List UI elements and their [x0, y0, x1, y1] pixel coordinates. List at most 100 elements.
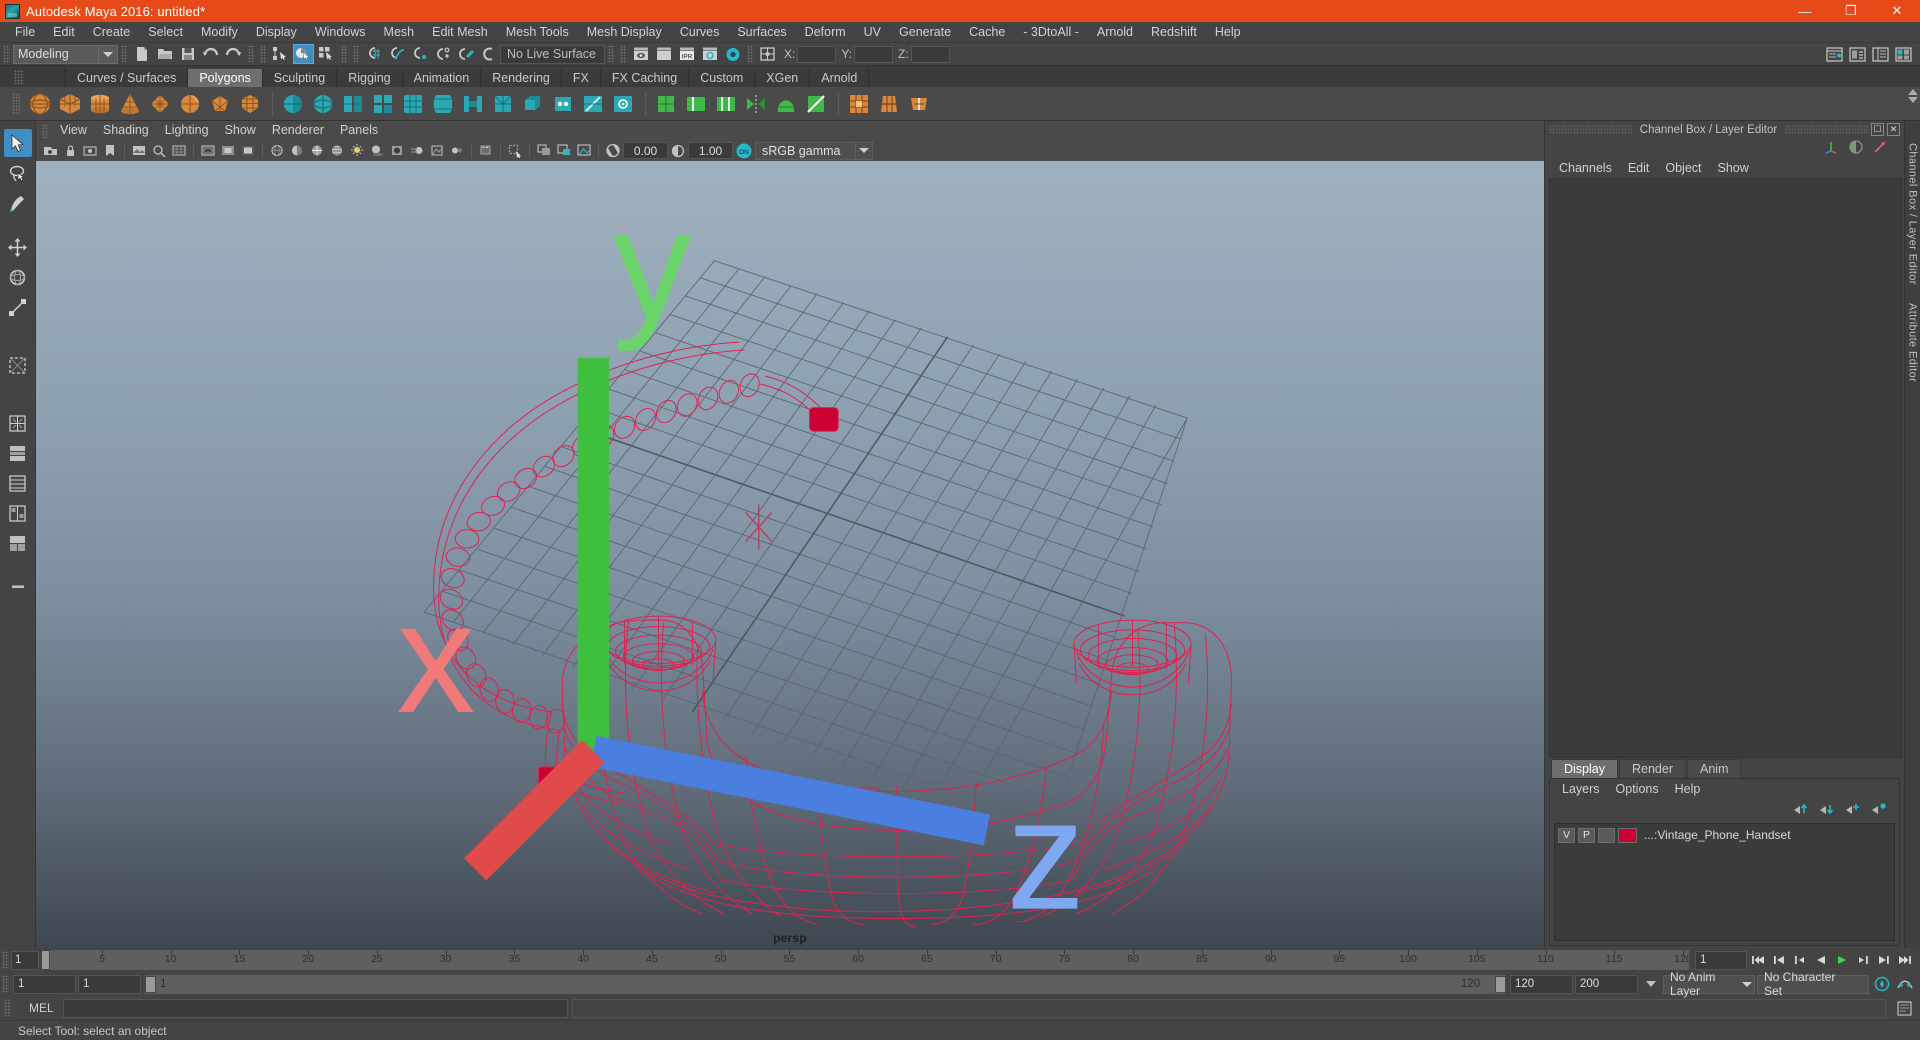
select-camera-icon[interactable]	[41, 142, 59, 160]
insert-edge-loop-icon[interactable]	[682, 90, 710, 118]
rotate-tool[interactable]	[4, 263, 32, 291]
cut-faces-icon[interactable]	[875, 90, 903, 118]
bevel-icon[interactable]	[429, 90, 457, 118]
single-perspective-layout[interactable]	[4, 409, 32, 437]
select-by-component-type-icon[interactable]	[316, 44, 337, 64]
gate-mask-icon[interactable]	[239, 142, 257, 160]
coord-y-field[interactable]	[854, 45, 894, 63]
target-weld-icon[interactable]	[609, 90, 637, 118]
shelf-tab-polygons[interactable]: Polygons	[188, 68, 263, 87]
shelf-grip[interactable]	[14, 70, 24, 84]
layer-menu-layers[interactable]: Layers	[1554, 779, 1608, 799]
toolbar-grip-4[interactable]	[341, 45, 347, 63]
select-by-object-type-icon[interactable]	[293, 44, 314, 64]
poly-disc-icon[interactable]	[206, 90, 234, 118]
shading-toggle-icon[interactable]	[1848, 139, 1864, 158]
toolbar-grip-5[interactable]	[353, 45, 359, 63]
append-polygon-icon[interactable]	[489, 90, 517, 118]
make-live-icon[interactable]	[478, 44, 499, 64]
isolate-select-icon[interactable]	[477, 142, 495, 160]
redo-render-icon[interactable]	[653, 44, 674, 64]
layer-menu-options[interactable]: Options	[1608, 779, 1667, 799]
outliner-persp-layout[interactable]	[4, 469, 32, 497]
menu-display[interactable]: Display	[247, 22, 306, 43]
perspective-viewport[interactable]: y z x persp	[36, 161, 1544, 948]
gamma-icon[interactable]	[669, 142, 687, 160]
color-management-toggle-icon[interactable]: ON	[734, 142, 754, 160]
time-slider-bar[interactable]: 5 10 15 20 25 30 35 40 45 50 55 60 65 70 75 80 85 90 95 100…	[41, 950, 1689, 970]
viewport-menu-grip[interactable]	[42, 123, 48, 138]
snap-to-view-plane-icon[interactable]	[455, 44, 476, 64]
open-scene-icon[interactable]	[154, 44, 175, 64]
shaded-wireframe-icon[interactable]	[308, 142, 326, 160]
channel-menu-show[interactable]: Show	[1710, 158, 1757, 178]
multisample-icon[interactable]	[428, 142, 446, 160]
move-layer-down-icon[interactable]	[1819, 802, 1835, 818]
playback-end-field[interactable]: 120	[1510, 974, 1573, 994]
sculpt-tool-icon[interactable]	[772, 90, 800, 118]
color-management-selector[interactable]: sRGB gamma	[755, 141, 873, 160]
undock-icon[interactable]: ☐	[1871, 123, 1885, 136]
layer-tab-render[interactable]: Render	[1619, 759, 1686, 778]
poly-sphere-icon[interactable]	[26, 90, 54, 118]
close-icon[interactable]: ✕	[1887, 123, 1901, 136]
wireframe-icon[interactable]	[268, 142, 286, 160]
layer-row[interactable]: V P ...:Vintage_Phone_Handset	[1558, 827, 1891, 843]
depth-of-field-icon[interactable]	[448, 142, 466, 160]
range-options-icon[interactable]	[1641, 975, 1660, 994]
lock-camera-icon[interactable]	[61, 142, 79, 160]
quad-draw-icon[interactable]	[652, 90, 680, 118]
viewport-menu-lighting[interactable]: Lighting	[157, 121, 217, 140]
input-line-mode-icon[interactable]	[757, 44, 778, 64]
film-gate-icon[interactable]	[199, 142, 217, 160]
combine-icon[interactable]	[279, 90, 307, 118]
viewport-menu-show[interactable]: Show	[217, 121, 264, 140]
menu-redshift[interactable]: Redshift	[1142, 22, 1206, 43]
viewport-menu-shading[interactable]: Shading	[95, 121, 157, 140]
layer-list[interactable]: V P ...:Vintage_Phone_Handset	[1554, 823, 1895, 941]
shelf-scroll-down-icon[interactable]	[1908, 97, 1918, 103]
xray-active-components-icon[interactable]	[555, 142, 573, 160]
bookmark-icon[interactable]	[101, 142, 119, 160]
smooth-icon[interactable]	[399, 90, 427, 118]
new-layer-from-selected-icon[interactable]	[1871, 802, 1887, 818]
exposure-icon[interactable]	[604, 142, 622, 160]
menu-edit[interactable]: Edit	[44, 22, 84, 43]
menu-mesh-display[interactable]: Mesh Display	[578, 22, 671, 43]
poly-cone-icon[interactable]	[116, 90, 144, 118]
anim-layer-selector[interactable]: No Anim Layer	[1663, 970, 1755, 998]
shelf-tab-xgen[interactable]: XGen	[755, 68, 811, 87]
merge-icon[interactable]	[549, 90, 577, 118]
menu-help[interactable]: Help	[1206, 22, 1250, 43]
animation-start-field[interactable]: 1	[13, 974, 76, 994]
poly-cube-icon[interactable]	[56, 90, 84, 118]
arrow-tool-icon[interactable]	[1872, 139, 1888, 158]
animation-end-field[interactable]: 200	[1575, 974, 1638, 994]
animation-preferences-icon[interactable]	[1895, 975, 1914, 994]
go-to-start-icon[interactable]	[1748, 951, 1767, 970]
use-all-lights-icon[interactable]	[348, 142, 366, 160]
shelf-tab-curves-surfaces[interactable]: Curves / Surfaces	[66, 68, 189, 87]
toolbar-grip-8[interactable]	[747, 45, 753, 63]
axis-display-icon[interactable]	[1824, 139, 1840, 158]
layer-tab-display[interactable]: Display	[1551, 759, 1618, 778]
snap-to-grid-icon[interactable]	[363, 44, 384, 64]
playback-start-field[interactable]: 1	[78, 974, 141, 994]
move-layer-up-icon[interactable]	[1793, 802, 1809, 818]
toolbar-grip-7[interactable]	[620, 45, 626, 63]
auto-keyframe-icon[interactable]	[1872, 975, 1891, 994]
step-back-frame-icon[interactable]	[1790, 951, 1809, 970]
exposure-field[interactable]: 0.00	[623, 142, 668, 159]
extract-icon[interactable]	[339, 90, 367, 118]
range-start-handle[interactable]	[145, 975, 156, 993]
new-layer-icon[interactable]	[1845, 802, 1861, 818]
screen-space-ao-icon[interactable]	[388, 142, 406, 160]
select-by-hierarchy-icon[interactable]	[270, 44, 291, 64]
attribute-editor-toggle-icon[interactable]	[1824, 44, 1845, 64]
extrude-icon[interactable]	[519, 90, 547, 118]
menu-3dtoall[interactable]: - 3DtoAll -	[1014, 22, 1088, 43]
layer-menu-help[interactable]: Help	[1667, 779, 1709, 799]
slide-edge-icon[interactable]	[905, 90, 933, 118]
shelf-tab-custom[interactable]: Custom	[689, 68, 756, 87]
tool-settings-toggle-icon[interactable]	[1847, 44, 1868, 64]
